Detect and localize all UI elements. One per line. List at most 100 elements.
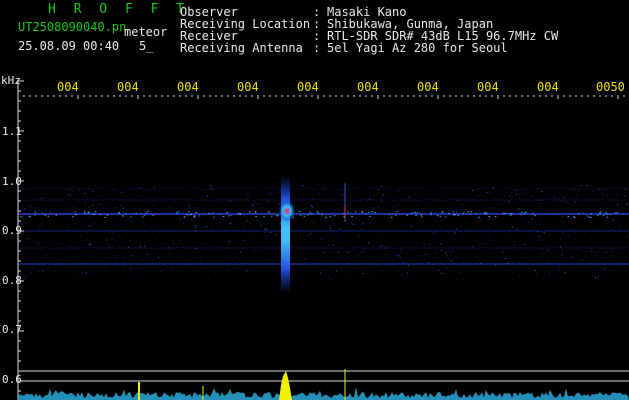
noise-speck [605, 250, 607, 252]
noise-speck [174, 229, 176, 231]
noise-speck [454, 213, 457, 215]
noise-speck [319, 272, 321, 274]
noise-speck [183, 223, 185, 224]
noise-speck [118, 212, 120, 213]
noise-speck [518, 262, 520, 264]
noise-speck [372, 276, 374, 278]
noise-speck [381, 235, 383, 237]
noise-speck [247, 193, 249, 195]
noise-speck [195, 225, 197, 226]
noise-speck [550, 227, 551, 228]
noise-speck [41, 278, 43, 280]
noise-speck [370, 249, 372, 251]
noise-speck [480, 219, 482, 221]
noise-speck [542, 213, 543, 215]
noise-speck [392, 261, 393, 263]
noise-speck [173, 243, 175, 245]
noise-speck [122, 215, 124, 217]
noise-speck [517, 208, 518, 209]
noise-speck [515, 189, 517, 191]
noise-speck [557, 254, 558, 256]
noise-speck [317, 212, 319, 214]
noise-speck [412, 210, 414, 212]
noise-speck [160, 271, 162, 273]
noise-speck [243, 226, 245, 228]
noise-speck [52, 253, 54, 255]
noise-speck [568, 236, 570, 237]
noise-speck [388, 246, 390, 248]
noise-speck [68, 240, 70, 242]
noise-speck [26, 188, 28, 190]
noise-speck [329, 216, 332, 218]
noise-speck [147, 211, 150, 213]
noise-speck [570, 228, 572, 230]
noise-speck [368, 211, 370, 213]
noise-speck [131, 232, 132, 234]
noise-speck [461, 246, 463, 248]
noise-speck [509, 194, 511, 196]
noise-speck [342, 213, 345, 214]
noise-speck [531, 211, 533, 213]
noise-speck [59, 264, 61, 266]
noise-speck [435, 257, 437, 259]
noise-speck [79, 189, 81, 191]
noise-speck [233, 253, 235, 255]
noise-speck [381, 186, 383, 187]
noise-speck [20, 211, 21, 213]
noise-speck [502, 212, 504, 214]
noise-speck [443, 225, 445, 226]
noise-speck [65, 209, 66, 211]
noise-speck [479, 244, 481, 246]
noise-speck [543, 232, 545, 234]
noise-speck [244, 228, 245, 230]
noise-speck [389, 213, 391, 215]
noise-speck [110, 230, 112, 232]
noise-speck [310, 233, 312, 235]
noise-speck [55, 214, 57, 216]
noise-speck [616, 220, 618, 222]
noise-speck [451, 248, 453, 250]
noise-speck [538, 236, 540, 238]
noise-speck [444, 264, 446, 266]
noise-speck [341, 203, 343, 205]
noise-speck [384, 239, 386, 241]
noise-speck [112, 199, 114, 201]
noise-speck [409, 263, 411, 265]
noise-speck [333, 215, 336, 217]
noise-speck [146, 253, 148, 255]
noise-speck [456, 265, 458, 267]
noise-speck [87, 197, 89, 199]
noise-speck [417, 205, 419, 207]
noise-speck [545, 220, 547, 222]
noise-speck [65, 279, 67, 281]
noise-speck [429, 268, 431, 270]
noise-speck [430, 214, 433, 216]
noise-speck [142, 196, 144, 197]
noise-speck [80, 234, 82, 236]
noise-speck [253, 204, 255, 206]
noise-speck [457, 199, 459, 201]
noise-speck [321, 214, 323, 215]
noise-speck [535, 273, 537, 275]
noise-speck [506, 236, 507, 238]
noise-speck [267, 201, 269, 203]
noise-speck [187, 260, 189, 262]
noise-speck [163, 268, 165, 270]
noise-speck [537, 199, 539, 201]
noise-speck [429, 243, 431, 245]
time-tick-label: 004 [477, 80, 499, 94]
noise-speck [415, 243, 417, 245]
noise-speck [310, 213, 313, 215]
noise-speck [495, 264, 497, 266]
noise-speck [600, 267, 602, 269]
noise-speck [331, 279, 332, 281]
noise-speck [298, 211, 301, 212]
noise-speck [162, 247, 163, 249]
noise-speck [616, 193, 618, 195]
noise-speck [345, 223, 347, 225]
noise-speck [179, 217, 181, 219]
noise-speck [502, 250, 503, 252]
noise-speck [34, 207, 36, 209]
noise-speck [307, 234, 309, 236]
time-tick-label: 004 [357, 80, 379, 94]
